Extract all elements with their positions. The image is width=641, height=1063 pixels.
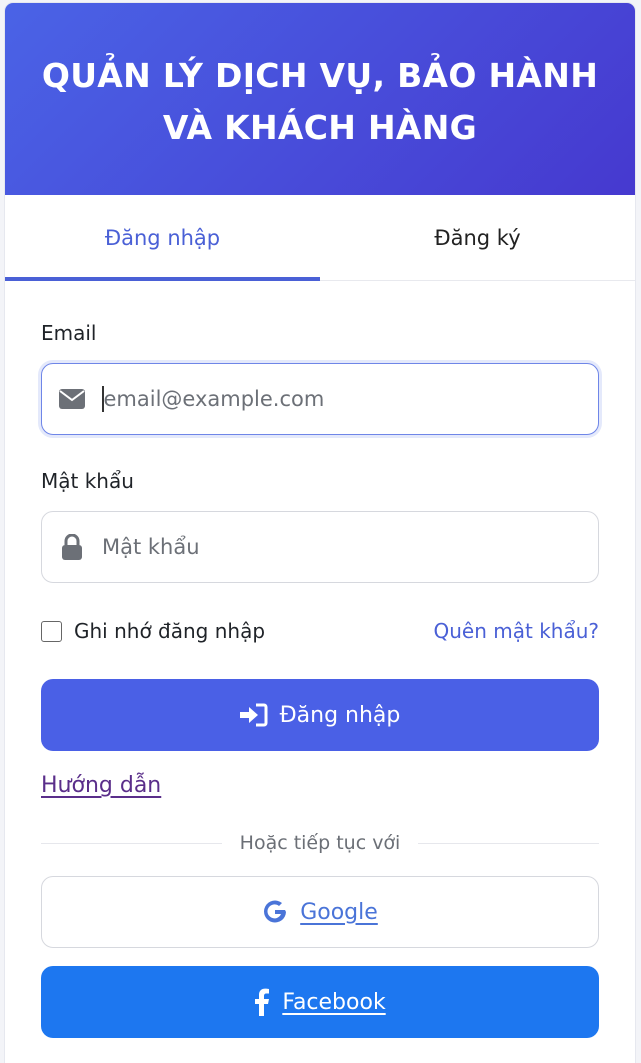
email-input[interactable] xyxy=(103,387,564,411)
facebook-button-label: Facebook xyxy=(282,989,386,1015)
tab-register[interactable]: Đăng ký xyxy=(320,195,635,280)
login-card: QUẢN LÝ DỊCH VỤ, BẢO HÀNH VÀ KHÁCH HÀNG … xyxy=(5,3,635,1063)
password-label: Mật khẩu xyxy=(41,469,134,493)
email-label: Email xyxy=(41,321,97,345)
sign-in-icon xyxy=(239,703,268,727)
remember-checkbox-group[interactable]: Ghi nhớ đăng nhập xyxy=(41,619,265,643)
guide-link[interactable]: Hướng dẫn xyxy=(41,773,161,798)
login-form: Email Mật khẩu G xyxy=(5,321,635,1038)
google-icon xyxy=(262,899,288,925)
divider-line-right xyxy=(418,842,599,844)
login-button[interactable]: Đăng nhập xyxy=(41,679,599,751)
tab-login[interactable]: Đăng nhập xyxy=(5,195,320,281)
google-login-button[interactable]: Google xyxy=(41,876,599,948)
social-divider: Hoặc tiếp tục với xyxy=(41,830,599,856)
lock-icon xyxy=(58,533,86,561)
remember-label: Ghi nhớ đăng nhập xyxy=(74,619,266,643)
app-title-line2: VÀ KHÁCH HÀNG xyxy=(162,108,478,147)
google-button-label: Google xyxy=(300,899,378,925)
app-title-line1: QUẢN LÝ DỊCH VỤ, BẢO HÀNH xyxy=(41,56,599,95)
divider-text: Hoặc tiếp tục với xyxy=(239,832,401,854)
envelope-icon xyxy=(58,385,86,413)
app-title: QUẢN LÝ DỊCH VỤ, BẢO HÀNH VÀ KHÁCH HÀNG xyxy=(42,50,598,154)
password-input[interactable] xyxy=(102,535,562,559)
facebook-icon xyxy=(254,988,270,1016)
password-field[interactable] xyxy=(41,511,599,583)
remember-checkbox[interactable] xyxy=(41,620,62,642)
divider-line-left xyxy=(41,842,222,844)
forgot-password-link[interactable]: Quên mật khẩu? xyxy=(434,619,600,643)
email-field[interactable] xyxy=(41,363,599,435)
facebook-login-button[interactable]: Facebook xyxy=(41,966,599,1038)
remember-row: Ghi nhớ đăng nhập Quên mật khẩu? xyxy=(41,617,599,645)
auth-tabs: Đăng nhập Đăng ký xyxy=(5,195,635,281)
login-button-label: Đăng nhập xyxy=(279,702,401,728)
app-header: QUẢN LÝ DỊCH VỤ, BẢO HÀNH VÀ KHÁCH HÀNG xyxy=(5,3,635,195)
